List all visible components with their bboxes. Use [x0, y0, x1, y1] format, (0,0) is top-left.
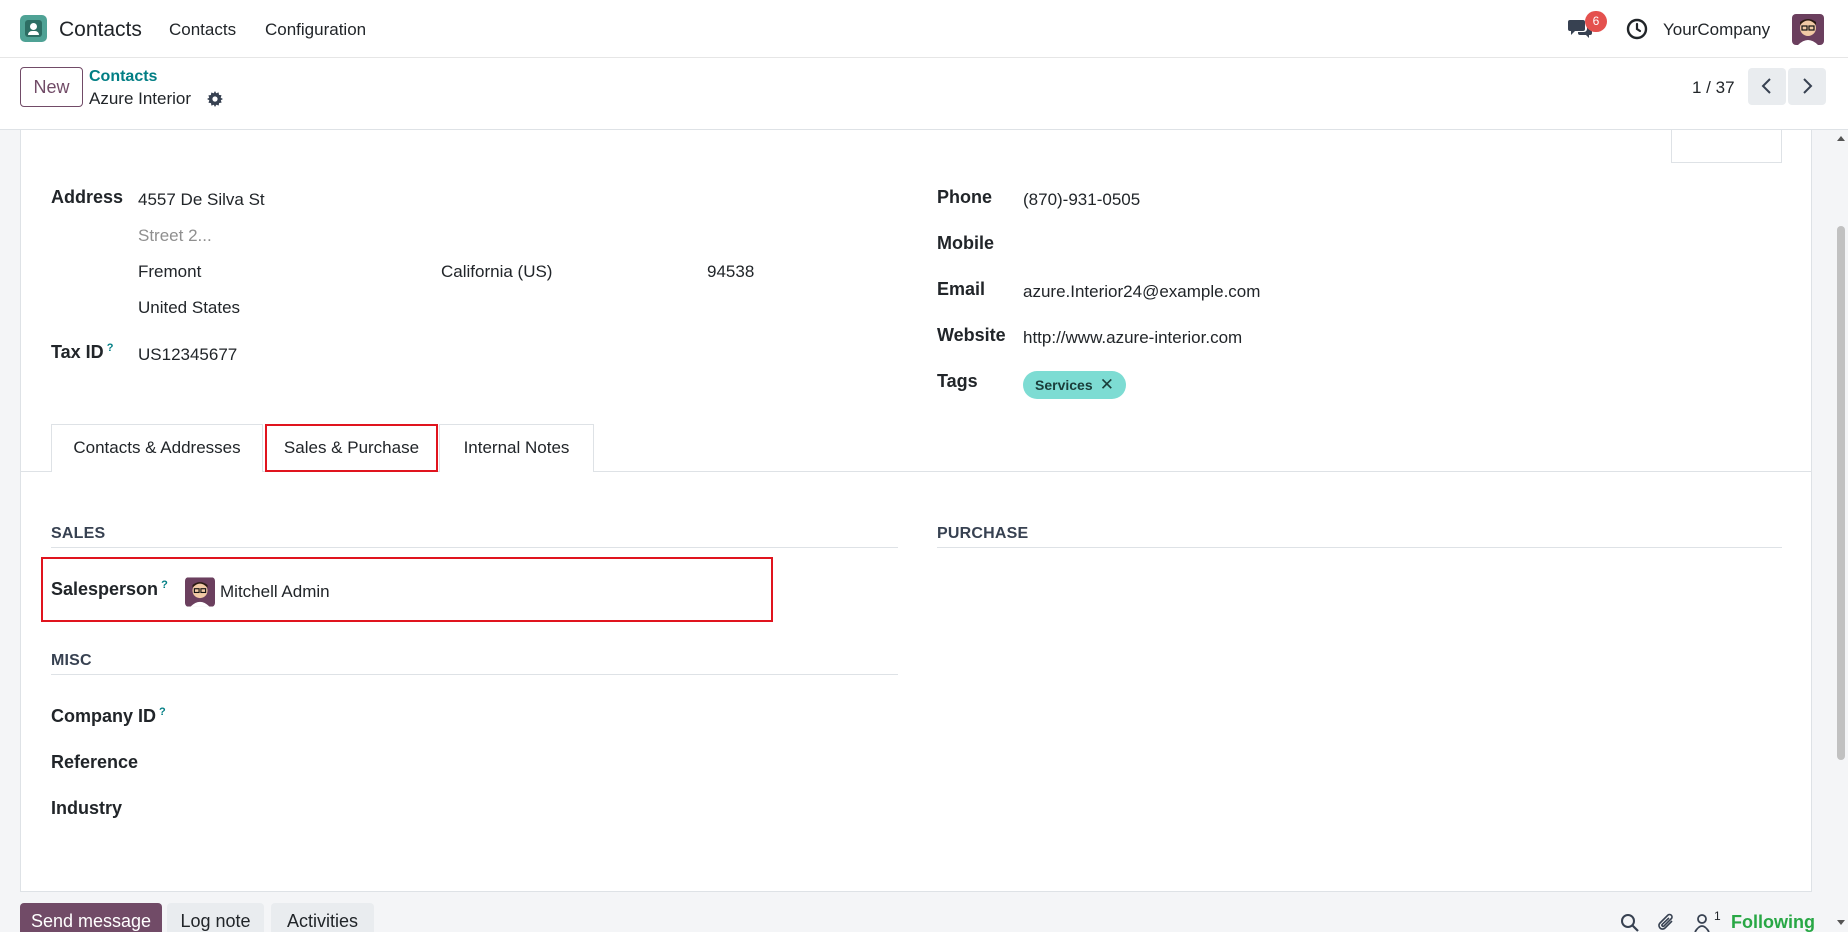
scrollbar[interactable] — [1834, 130, 1848, 932]
company-switcher[interactable]: YourCompany — [1663, 20, 1770, 40]
phone-field[interactable]: (870)-931-0505 — [1023, 190, 1140, 210]
tax-id-field[interactable]: US12345677 — [138, 345, 237, 365]
contact-image-box[interactable] — [1671, 130, 1782, 163]
menu-contacts[interactable]: Contacts — [169, 20, 236, 40]
chat-badge: 6 — [1585, 11, 1607, 32]
mobile-field[interactable] — [1023, 234, 1523, 254]
follower-count: 1 — [1714, 909, 1721, 923]
breadcrumb-current: Azure Interior — [89, 89, 192, 108]
company-id-help-icon[interactable]: ? — [159, 706, 166, 718]
tab-contacts-addresses[interactable]: Contacts & Addresses — [51, 424, 263, 472]
misc-section-title: MISC — [51, 652, 92, 669]
gear-icon[interactable] — [207, 91, 223, 107]
company-id-label: Company ID? — [51, 706, 166, 726]
top-navbar: Contacts Contacts Configuration 6 YourCo… — [0, 0, 1848, 58]
tax-id-label: Tax ID? — [51, 342, 114, 362]
salesperson-help-icon[interactable]: ? — [161, 579, 168, 591]
website-label: Website — [937, 325, 1006, 345]
tag-services: Services ✕ — [1023, 371, 1126, 399]
scroll-down-icon[interactable] — [1837, 920, 1845, 925]
zip-field[interactable]: 94538 — [707, 262, 754, 282]
sales-section-title: SALES — [51, 525, 106, 542]
pager-next-button[interactable] — [1788, 68, 1826, 105]
city-field[interactable]: Fremont — [138, 262, 201, 282]
followers-icon[interactable] — [1692, 913, 1712, 932]
address-label: Address — [51, 187, 124, 207]
email-field[interactable]: azure.Interior24@example.com — [1023, 282, 1260, 302]
sales-divider — [51, 547, 898, 548]
user-avatar[interactable] — [1792, 14, 1824, 45]
website-field[interactable]: http://www.azure-interior.com — [1023, 328, 1242, 348]
tag-remove-icon[interactable]: ✕ — [1100, 371, 1114, 399]
scroll-up-icon[interactable] — [1837, 136, 1845, 141]
search-icon[interactable] — [1620, 913, 1640, 932]
purchase-section-title: PURCHASE — [937, 525, 1029, 542]
purchase-divider — [937, 547, 1782, 548]
salesperson-avatar — [185, 577, 215, 607]
activity-clock-icon[interactable] — [1625, 17, 1649, 41]
country-field[interactable]: United States — [138, 298, 240, 318]
phone-label: Phone — [937, 187, 993, 207]
pager-previous-button[interactable] — [1748, 68, 1786, 105]
following-button[interactable]: Following — [1731, 912, 1815, 932]
paperclip-icon[interactable] — [1657, 913, 1677, 932]
salesperson-label: Salesperson? — [51, 579, 168, 599]
misc-divider — [51, 674, 898, 675]
control-panel: New Contacts Azure Interior 1 / 37 — [0, 58, 1848, 130]
tab-internal-notes[interactable]: Internal Notes — [439, 424, 594, 472]
tag-label: Services — [1035, 377, 1093, 393]
contacts-app-icon[interactable] — [20, 15, 47, 42]
industry-label: Industry — [51, 798, 123, 818]
new-button[interactable]: New — [20, 67, 83, 107]
menu-configuration[interactable]: Configuration — [265, 20, 366, 40]
salesperson-field[interactable]: Mitchell Admin — [220, 582, 330, 602]
street2-field[interactable]: Street 2... — [138, 226, 212, 246]
breadcrumb-contacts[interactable]: Contacts — [89, 68, 157, 86]
log-note-button[interactable]: Log note — [167, 903, 264, 932]
scroll-thumb[interactable] — [1837, 226, 1845, 760]
chevron-left-icon — [1761, 78, 1771, 94]
activities-button[interactable]: Activities — [271, 903, 374, 932]
mobile-label: Mobile — [937, 233, 994, 253]
street-field[interactable]: 4557 De Silva St — [138, 190, 265, 210]
send-message-button[interactable]: Send message — [20, 903, 162, 932]
tab-sales-purchase[interactable]: Sales & Purchase — [265, 424, 438, 472]
pager-value[interactable]: 1 / 37 — [1692, 78, 1735, 98]
tax-id-help-icon[interactable]: ? — [107, 342, 114, 354]
app-name[interactable]: Contacts — [59, 18, 142, 42]
reference-label: Reference — [51, 752, 139, 772]
form-sheet: Address 4557 De Silva St Street 2... Fre… — [20, 130, 1812, 892]
chevron-right-icon — [1803, 78, 1813, 94]
state-field[interactable]: California (US) — [441, 262, 552, 282]
tags-label: Tags — [937, 371, 978, 391]
email-label: Email — [937, 279, 986, 299]
